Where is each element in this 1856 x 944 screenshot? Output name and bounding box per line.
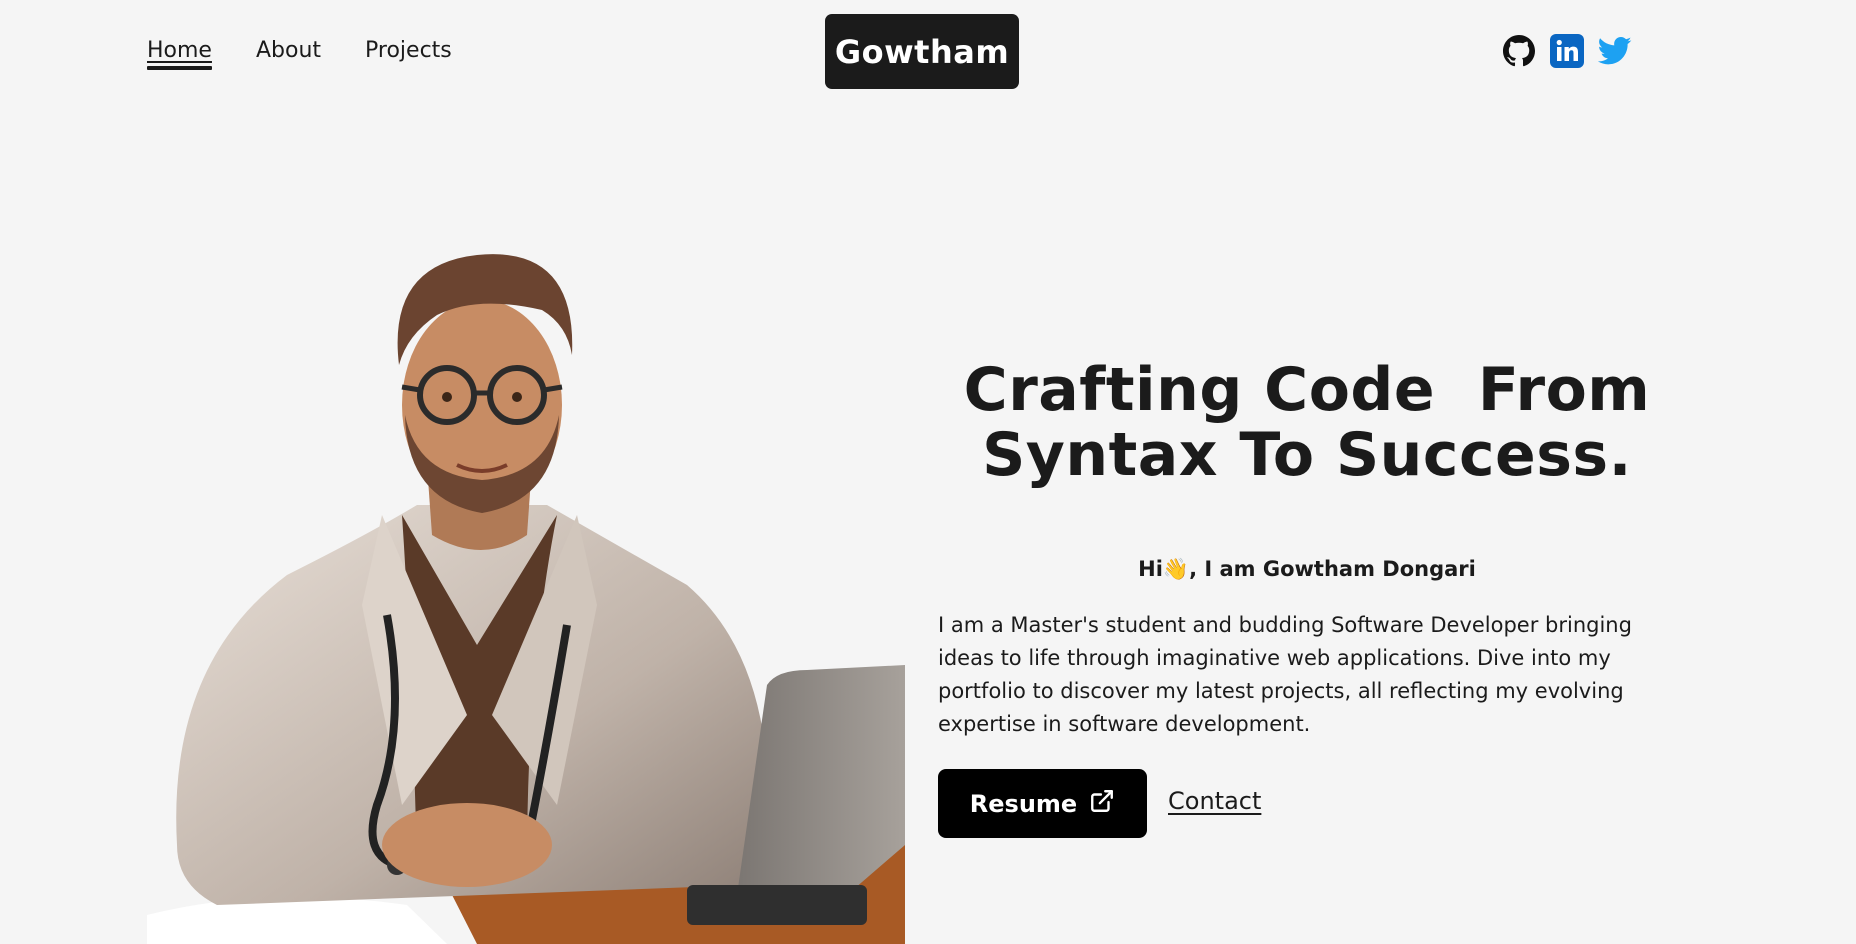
resume-button[interactable]: Resume xyxy=(938,769,1147,838)
brand-logo[interactable]: Gowtham xyxy=(825,14,1019,89)
resume-label: Resume xyxy=(969,789,1078,818)
main-nav: Home About Projects xyxy=(147,38,452,70)
twitter-icon[interactable] xyxy=(1598,34,1632,68)
contact-link[interactable]: Contact xyxy=(1168,787,1261,815)
headline-line-1: Crafting Code From xyxy=(963,355,1651,425)
hero-bio: I am a Master's student and budding Soft… xyxy=(938,613,1632,736)
github-icon[interactable] xyxy=(1502,34,1536,68)
greeting-name: , I am Gowtham Dongari xyxy=(1189,557,1476,581)
linkedin-icon[interactable] xyxy=(1550,34,1584,68)
wave-emoji-icon: 👋 xyxy=(1162,557,1190,581)
greeting-prefix: Hi xyxy=(1138,557,1163,581)
portfolio-page: Home About Projects Gowtham Crafting Cod… xyxy=(0,0,1856,944)
developer-illustration xyxy=(147,245,905,944)
nav-about-link[interactable]: About xyxy=(256,38,321,67)
headline-line-2: Syntax To Success. xyxy=(982,420,1632,490)
nav-projects-link[interactable]: Projects xyxy=(365,38,452,67)
hero-headline: Crafting Code From Syntax To Success. xyxy=(938,358,1676,488)
external-link-icon xyxy=(1089,788,1115,820)
social-links xyxy=(1502,34,1632,68)
hero-greeting: Hi👋, I am Gowtham Dongari xyxy=(938,557,1676,582)
nav-home-link[interactable]: Home xyxy=(147,38,212,70)
